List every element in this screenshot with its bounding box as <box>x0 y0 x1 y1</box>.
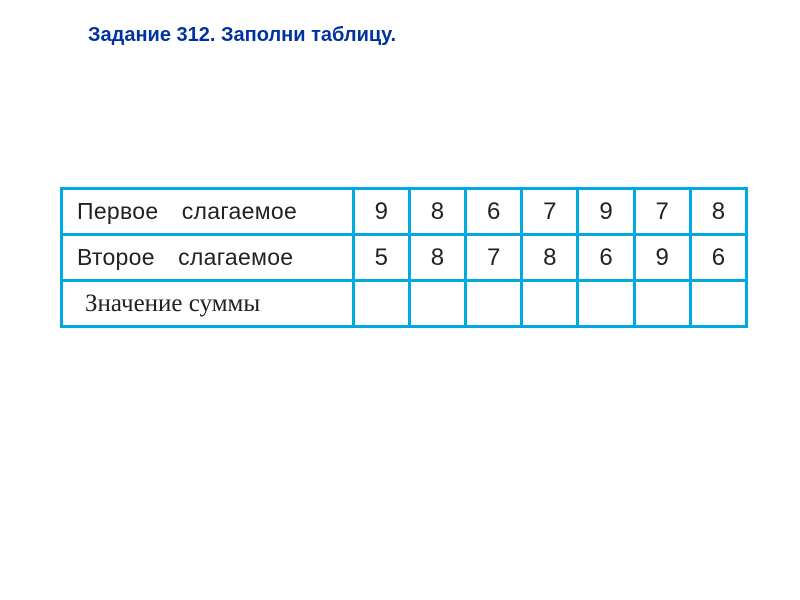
page-container: Задание 312. Заполни таблицу. Первое сла… <box>0 0 800 328</box>
cell-sum-0[interactable] <box>353 281 409 327</box>
cell-sum-4[interactable] <box>578 281 634 327</box>
cell-first-0: 9 <box>353 189 409 235</box>
cell-second-1: 8 <box>409 235 465 281</box>
cell-first-4: 9 <box>578 189 634 235</box>
exercise-title: Задание 312. Заполни таблицу. <box>88 24 740 47</box>
row-label-second: Второе слагаемое <box>62 235 354 281</box>
row-label-sum: Значение суммы <box>62 281 354 327</box>
cell-first-6: 8 <box>690 189 746 235</box>
table-row-first-addend: Первое слагаемое 9 8 6 7 9 7 8 <box>62 189 747 235</box>
cell-second-4: 6 <box>578 235 634 281</box>
cell-sum-6[interactable] <box>690 281 746 327</box>
table-row-sum: Значение суммы <box>62 281 747 327</box>
cell-sum-3[interactable] <box>522 281 578 327</box>
cell-second-3: 8 <box>522 235 578 281</box>
cell-first-3: 7 <box>522 189 578 235</box>
row-label-first: Первое слагаемое <box>62 189 354 235</box>
cell-second-0: 5 <box>353 235 409 281</box>
table-wrapper: Первое слагаемое 9 8 6 7 9 7 8 Второе сл… <box>60 187 748 328</box>
cell-first-2: 6 <box>466 189 522 235</box>
cell-sum-2[interactable] <box>466 281 522 327</box>
cell-first-1: 8 <box>409 189 465 235</box>
cell-sum-1[interactable] <box>409 281 465 327</box>
cell-second-6: 6 <box>690 235 746 281</box>
cell-second-2: 7 <box>466 235 522 281</box>
addition-table: Первое слагаемое 9 8 6 7 9 7 8 Второе сл… <box>60 187 748 328</box>
cell-sum-5[interactable] <box>634 281 690 327</box>
cell-second-5: 9 <box>634 235 690 281</box>
cell-first-5: 7 <box>634 189 690 235</box>
table-row-second-addend: Второе слагаемое 5 8 7 8 6 9 6 <box>62 235 747 281</box>
